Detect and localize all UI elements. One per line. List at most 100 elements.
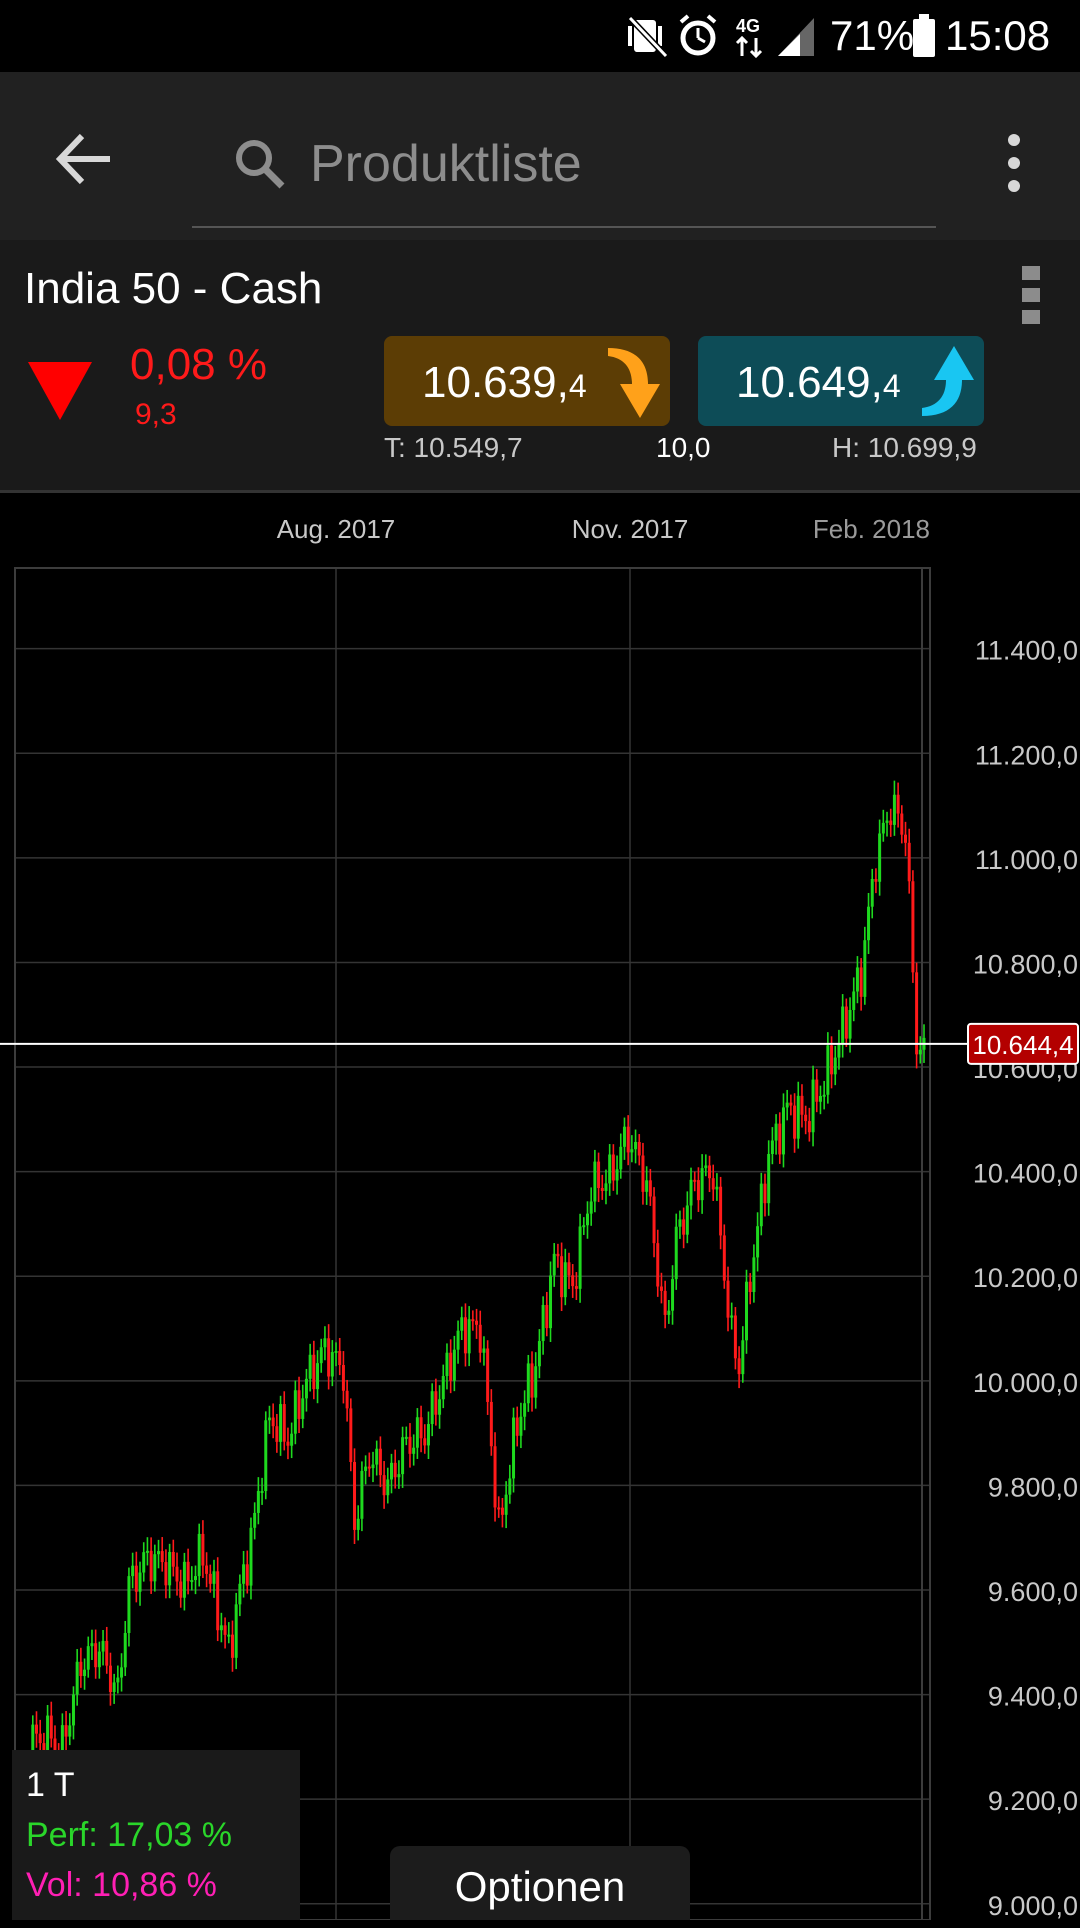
candle-body bbox=[393, 1462, 397, 1478]
candle-body bbox=[704, 1165, 708, 1169]
candle-body bbox=[101, 1640, 105, 1652]
candle-body bbox=[389, 1462, 393, 1480]
sell-price: 10.639,4 bbox=[422, 358, 587, 407]
instrument-menu-icon[interactable] bbox=[1020, 264, 1042, 326]
buy-arrow-icon bbox=[922, 346, 974, 416]
candle-body bbox=[234, 1604, 238, 1658]
candle-body bbox=[626, 1126, 630, 1153]
candle-body bbox=[512, 1417, 516, 1479]
candle-body bbox=[674, 1226, 678, 1280]
candle-body bbox=[549, 1275, 553, 1329]
candle-body bbox=[356, 1518, 360, 1530]
x-tick-label: Aug. 2017 bbox=[277, 514, 396, 544]
buy-button[interactable]: 10.649,4 bbox=[698, 336, 984, 426]
search-input[interactable] bbox=[308, 130, 912, 198]
mute-vibrate-icon bbox=[627, 15, 669, 59]
candle-body bbox=[349, 1408, 353, 1463]
y-tick-label: 9.000,0 bbox=[988, 1891, 1078, 1920]
overflow-menu-icon[interactable] bbox=[994, 128, 1034, 198]
candle-body bbox=[585, 1213, 589, 1226]
candle-body bbox=[671, 1279, 675, 1311]
candle-body bbox=[696, 1180, 700, 1201]
candle-body bbox=[445, 1352, 449, 1377]
candle-body bbox=[145, 1550, 149, 1553]
back-arrow-icon[interactable] bbox=[50, 124, 120, 194]
candle-body bbox=[197, 1533, 201, 1577]
candle-body bbox=[859, 967, 863, 997]
candle-body bbox=[408, 1436, 412, 1454]
candle-body bbox=[401, 1437, 405, 1475]
candle-body bbox=[800, 1095, 804, 1115]
candle-body bbox=[267, 1417, 271, 1421]
candle-body bbox=[230, 1634, 234, 1658]
candle-body bbox=[301, 1398, 305, 1419]
candle-body bbox=[737, 1358, 741, 1375]
candle-body bbox=[467, 1319, 471, 1354]
y-tick-label: 9.400,0 bbox=[988, 1682, 1078, 1712]
candle-body bbox=[767, 1154, 771, 1204]
candle-body bbox=[785, 1102, 789, 1108]
candle-body bbox=[715, 1186, 719, 1190]
candle-body bbox=[179, 1581, 183, 1598]
candle-body bbox=[619, 1146, 623, 1170]
y-tick-label: 10.200,0 bbox=[973, 1263, 1078, 1293]
candle-body bbox=[645, 1180, 649, 1192]
price-chart[interactable]: Aug. 2017 Nov. 2017 Feb. 2018 11.400,0 11.2… bbox=[0, 493, 1080, 1920]
change-absolute: 9,3 bbox=[135, 398, 177, 431]
candle-body bbox=[279, 1404, 283, 1442]
candle-body bbox=[622, 1126, 626, 1147]
candle-body bbox=[112, 1682, 116, 1693]
candle-body bbox=[375, 1448, 379, 1465]
status-bar: 4G 71% 15:08 bbox=[0, 0, 1080, 72]
candle-body bbox=[556, 1253, 560, 1257]
candle-body bbox=[781, 1107, 785, 1155]
candle-body bbox=[412, 1447, 416, 1454]
candle-body bbox=[449, 1352, 453, 1381]
candle-body bbox=[290, 1433, 294, 1446]
candle-body bbox=[423, 1438, 427, 1446]
candle-body bbox=[434, 1391, 438, 1415]
candle-body bbox=[560, 1256, 564, 1298]
candle-body bbox=[830, 1045, 834, 1075]
battery-percent: 71% bbox=[830, 12, 915, 59]
candle-body bbox=[693, 1179, 697, 1182]
candle-body bbox=[708, 1165, 712, 1179]
candle-body bbox=[822, 1094, 826, 1097]
instrument-panel: India 50 - Cash 0,08 % 9,3 10.639,4 10.6… bbox=[0, 240, 1080, 490]
x-tick-label: Feb. 2018 bbox=[813, 514, 930, 544]
candle-body bbox=[534, 1366, 538, 1398]
4g-data-icon: 4G bbox=[735, 16, 763, 59]
buy-price: 10.649,4 bbox=[736, 358, 901, 407]
candle-body bbox=[752, 1257, 756, 1293]
candle-body bbox=[848, 1009, 852, 1039]
candle-body bbox=[49, 1715, 53, 1739]
candle-body bbox=[900, 813, 904, 835]
spread: 10,0 bbox=[656, 432, 711, 463]
candle-body bbox=[915, 972, 919, 1055]
candle-body bbox=[264, 1420, 268, 1492]
candle-body bbox=[486, 1348, 490, 1402]
options-button[interactable]: Optionen bbox=[390, 1846, 690, 1920]
candle-body bbox=[855, 967, 859, 992]
candle-body bbox=[689, 1179, 693, 1206]
candle-body bbox=[460, 1317, 464, 1331]
candle-body bbox=[641, 1155, 645, 1192]
candle-body bbox=[867, 906, 871, 941]
candle-body bbox=[426, 1424, 430, 1446]
candle-body bbox=[205, 1565, 209, 1574]
candle-body bbox=[79, 1661, 83, 1677]
sell-arrow-icon bbox=[608, 348, 660, 418]
period-label[interactable]: 1 T bbox=[26, 1766, 75, 1805]
candle-body bbox=[168, 1552, 172, 1586]
candle-body bbox=[208, 1573, 212, 1584]
candle-body bbox=[212, 1571, 216, 1584]
candle-body bbox=[316, 1363, 320, 1390]
candle-body bbox=[97, 1651, 101, 1668]
search-bar[interactable] bbox=[192, 72, 936, 228]
candle-body bbox=[818, 1096, 822, 1102]
candle-body bbox=[312, 1354, 316, 1390]
candle-body bbox=[482, 1348, 486, 1353]
y-tick-label: 10.000,0 bbox=[973, 1368, 1078, 1398]
candle-body bbox=[733, 1315, 737, 1359]
sell-button[interactable]: 10.639,4 bbox=[384, 336, 670, 426]
